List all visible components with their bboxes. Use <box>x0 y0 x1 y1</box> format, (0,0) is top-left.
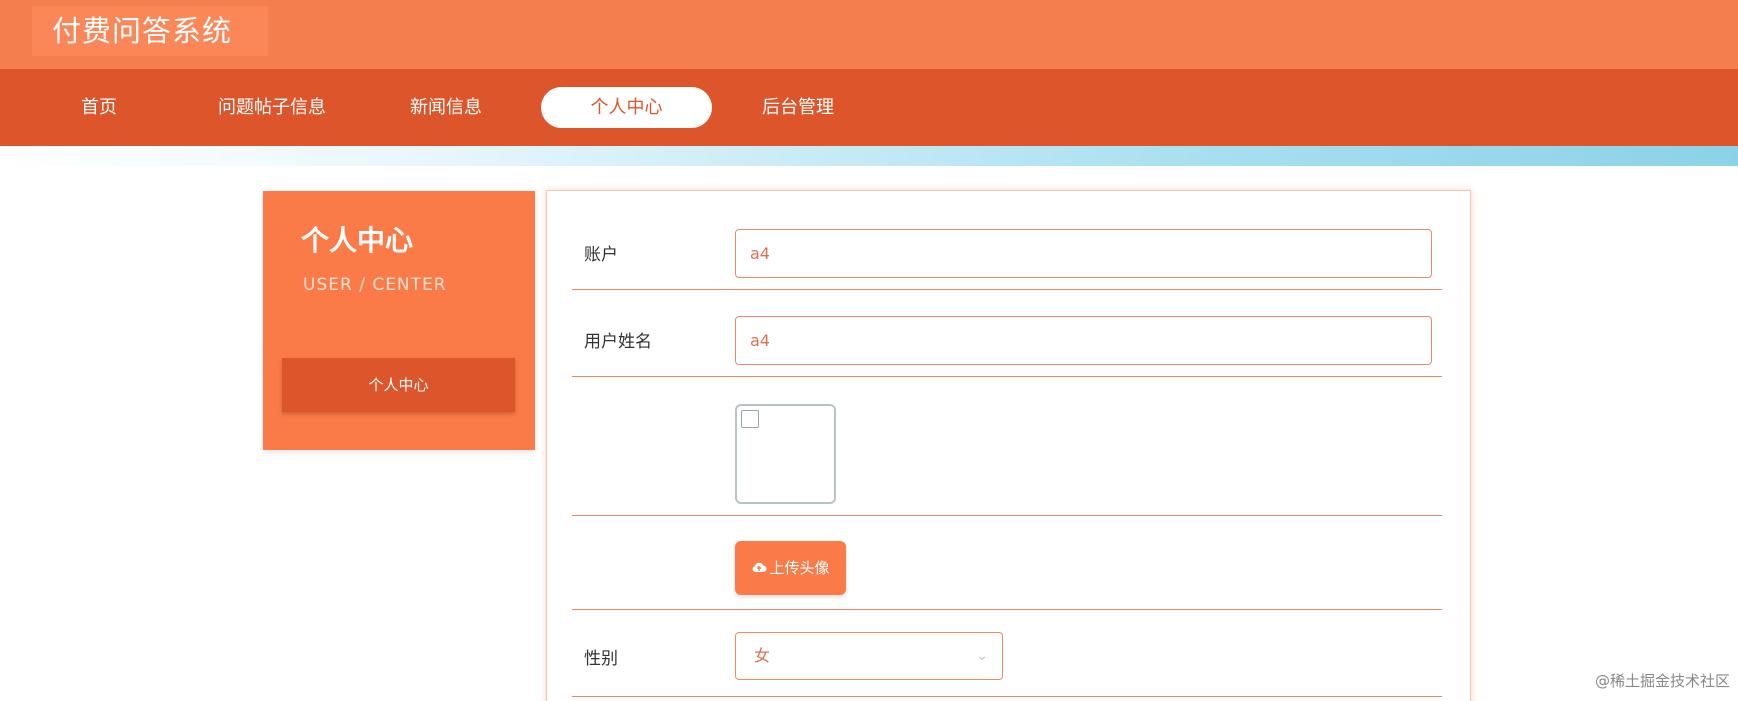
sidebar-title: 个人中心 <box>301 224 414 257</box>
nav-item-admin[interactable]: 后台管理 <box>762 69 834 146</box>
gender-select[interactable]: 女 ⌄ <box>735 632 1003 680</box>
decorative-strip <box>0 146 1738 166</box>
app-title: 付费问答系统 <box>32 6 268 56</box>
gender-label: 性别 <box>584 649 618 669</box>
username-input[interactable] <box>735 316 1432 365</box>
profile-form: 账户 用户姓名 上传头像 性别 女 ⌄ <box>546 190 1471 701</box>
account-input[interactable] <box>735 229 1432 278</box>
row-divider <box>572 515 1442 516</box>
sidebar: 个人中心 USER / CENTER 个人中心 <box>263 191 535 450</box>
nav-item-user-center[interactable]: 个人中心 <box>541 87 712 128</box>
cloud-upload-icon <box>751 542 768 596</box>
row-divider <box>572 289 1442 290</box>
row-divider <box>572 696 1442 697</box>
gender-value: 女 <box>754 646 771 665</box>
broken-image-icon <box>741 410 759 428</box>
nav-item-question-posts[interactable]: 问题帖子信息 <box>218 69 326 146</box>
account-label: 账户 <box>584 245 618 265</box>
watermark: @稀土掘金技术社区 <box>1594 672 1730 690</box>
avatar-preview <box>735 404 836 504</box>
chevron-down-icon: ⌄ <box>976 648 988 664</box>
row-divider <box>572 376 1442 377</box>
row-divider <box>572 609 1442 610</box>
sidebar-item-user-center[interactable]: 个人中心 <box>282 358 515 412</box>
upload-avatar-label: 上传头像 <box>769 559 830 577</box>
top-header: 付费问答系统 <box>0 0 1738 69</box>
nav-item-home[interactable]: 首页 <box>81 69 117 146</box>
sidebar-subtitle: USER / CENTER <box>303 275 447 295</box>
nav-item-news[interactable]: 新闻信息 <box>410 69 482 146</box>
main-nav: 首页 问题帖子信息 新闻信息 个人中心 后台管理 <box>0 69 1738 146</box>
upload-avatar-button[interactable]: 上传头像 <box>735 541 846 595</box>
username-label: 用户姓名 <box>584 332 652 352</box>
